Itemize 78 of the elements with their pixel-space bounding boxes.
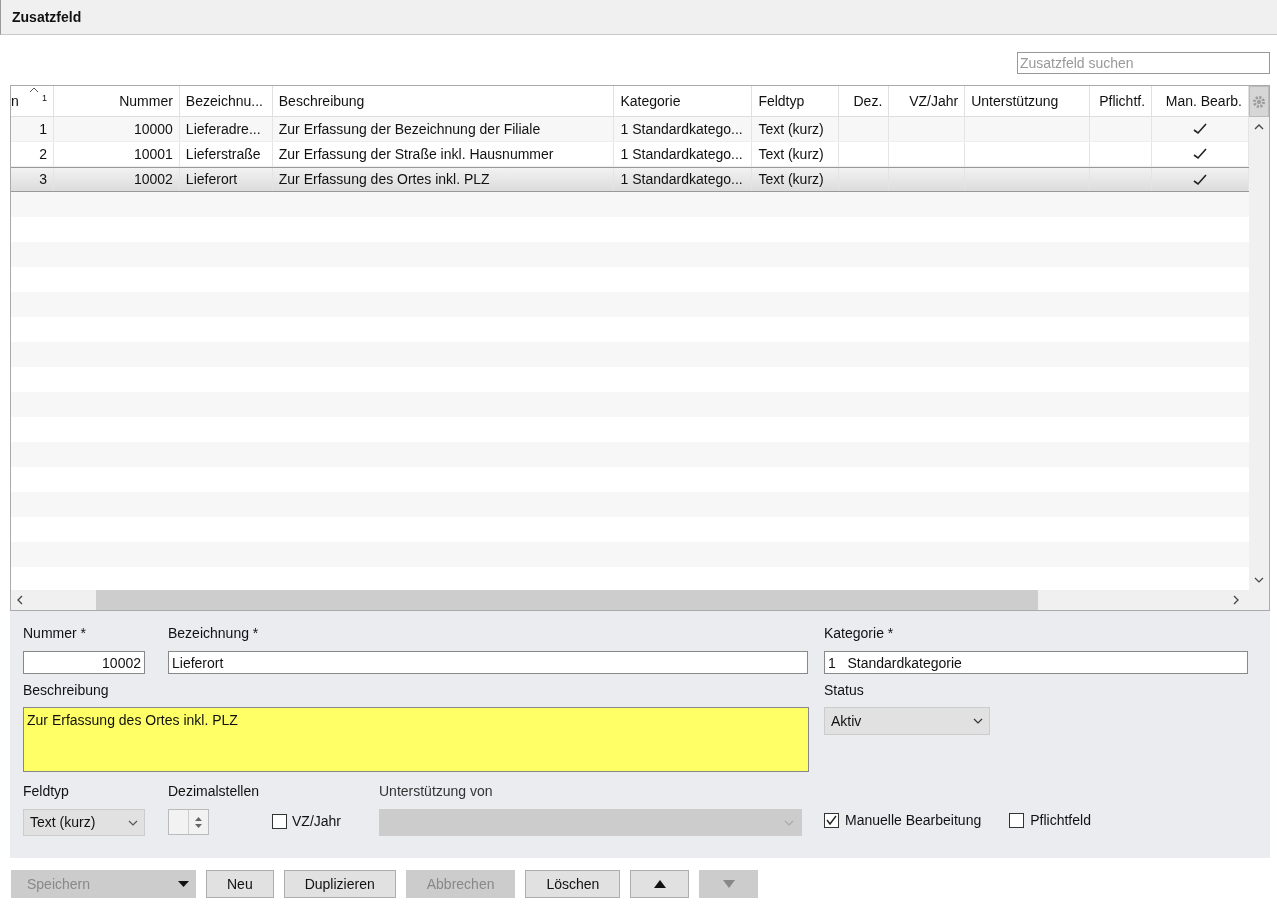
field-type-dropdown[interactable]: Text (kurz) (23, 809, 145, 836)
table-row[interactable]: 3 10002 Lieferort Zur Erfassung des Ortes inkl. PLZ 1 Standardkatego... Text (kurz) (11, 167, 1249, 192)
scrollbar-thumb[interactable] (96, 590, 1038, 610)
column-header[interactable]: Beschreibung (272, 86, 615, 116)
chevron-down-icon (1254, 577, 1264, 583)
field-label: Dezimalstellen (168, 782, 261, 801)
field-label: Kategorie * (824, 624, 895, 643)
chevron-up-icon (1254, 124, 1264, 130)
checkbox-label: VZ/Jahr (292, 811, 341, 831)
triangle-up-icon (653, 880, 666, 888)
checkbox[interactable] (272, 813, 287, 829)
table-row[interactable]: 2 10001 Lieferstraße Zur Erfassung der Straße inkl. Hausnummer 1 Standardkatego... Text (kurz) (11, 142, 1249, 167)
column-header[interactable]: Dez. (839, 86, 890, 116)
column-settings-button[interactable] (1249, 86, 1269, 117)
chevron-right-icon (1233, 595, 1239, 605)
column-header[interactable]: VZ/Jahr (889, 86, 966, 116)
sort-order: 1 (41, 92, 47, 105)
column-header[interactable]: Pflichtf. (1090, 86, 1153, 116)
table-cell-text: Text (kurz) (758, 170, 824, 189)
table-cell-text: 3 (39, 170, 47, 189)
table-cell-text: Lieferort (185, 170, 238, 189)
table-cell-text: Zur Erfassung der Straße inkl. Hausnummer (278, 144, 554, 164)
spin-up-icon (195, 816, 202, 821)
action-button[interactable]: Neu (206, 870, 274, 898)
column-header[interactable]: Feldtyp (752, 86, 840, 116)
spin-down-icon (195, 823, 202, 828)
column-header[interactable]: Nummer (53, 86, 180, 116)
field-label: Nummer * (23, 624, 87, 643)
chevron-down-icon (973, 718, 983, 724)
search-field[interactable]: Zusatzfeld suchen (1017, 52, 1270, 74)
chevron-left-icon (17, 595, 23, 605)
action-button[interactable]: Duplizieren (283, 870, 396, 898)
window-title: Zusatzfeld (12, 7, 82, 27)
gear-icon (1252, 94, 1266, 109)
checkbox-label: Pflichtfeld (1030, 811, 1091, 830)
checkbox-label: Manuelle Bearbeitung (845, 811, 982, 830)
column-header[interactable]: Unterstützung (965, 86, 1091, 116)
caret-down-icon (178, 881, 189, 887)
checkbox[interactable] (824, 813, 839, 828)
table-cell-text: 10002 (133, 170, 173, 189)
checkbox[interactable] (1009, 813, 1025, 828)
move-up-button[interactable] (630, 870, 690, 898)
column-header[interactable]: Bezeichnu... (179, 86, 273, 116)
checkmark-icon (826, 815, 837, 826)
table-row[interactable]: 1 10000 Lieferadre... Zur Erfassung der Bezeichnung der Filiale 1 Standardkatego... Text (kurz) (11, 117, 1249, 142)
field-label: Feldtyp (23, 782, 70, 801)
triangle-down-icon (722, 880, 735, 888)
chevron-down-icon (128, 819, 138, 826)
table-cell-text: 1 (39, 119, 47, 139)
category-field[interactable]: 1 Standardkategorie (824, 651, 1248, 674)
column-header[interactable]: Kategorie (614, 86, 753, 116)
table-cell-text: 1 Standardkatego... (620, 144, 743, 164)
table-cell-text: Zur Erfassung des Ortes inkl. PLZ (278, 170, 490, 189)
number-field[interactable]: 10002 (23, 651, 145, 674)
sort-ascending-icon (29, 87, 39, 93)
status-dropdown[interactable]: Aktiv (824, 707, 990, 735)
table-cell-text: Lieferstraße (185, 144, 261, 164)
column-header[interactable]: Man. Bearb. (1152, 86, 1249, 116)
table-cell-text: 2 (39, 144, 47, 164)
table-cell-text: 1 Standardkatego... (620, 119, 743, 139)
column-header[interactable]: n 1 (11, 86, 54, 116)
action-button[interactable]: Löschen (525, 870, 621, 898)
table-cell-text: Text (kurz) (758, 144, 824, 164)
table-cell-text: 10000 (133, 119, 173, 139)
field-label: Bezeichnung * (168, 624, 260, 643)
table-cell-text: 10001 (133, 144, 173, 164)
table-cell-text: Zur Erfassung der Bezeichnung der Filiale (278, 119, 541, 139)
table-cell-text: 1 Standardkatego... (620, 170, 743, 189)
table-cell-text: Lieferadre... (185, 119, 261, 139)
horizontal-scrollbar[interactable] (11, 590, 1269, 610)
field-label: Unterstützung von (379, 782, 494, 801)
description-field[interactable]: Zur Erfassung des Ortes inkl. PLZ (23, 707, 809, 772)
table-cell-text: Text (kurz) (758, 119, 824, 139)
field-label: Status (824, 681, 865, 700)
decimal-spinner[interactable] (168, 809, 209, 835)
field-label: Beschreibung (23, 681, 110, 700)
name-field[interactable]: Lieferort (168, 651, 808, 674)
chevron-down-icon (784, 819, 794, 826)
